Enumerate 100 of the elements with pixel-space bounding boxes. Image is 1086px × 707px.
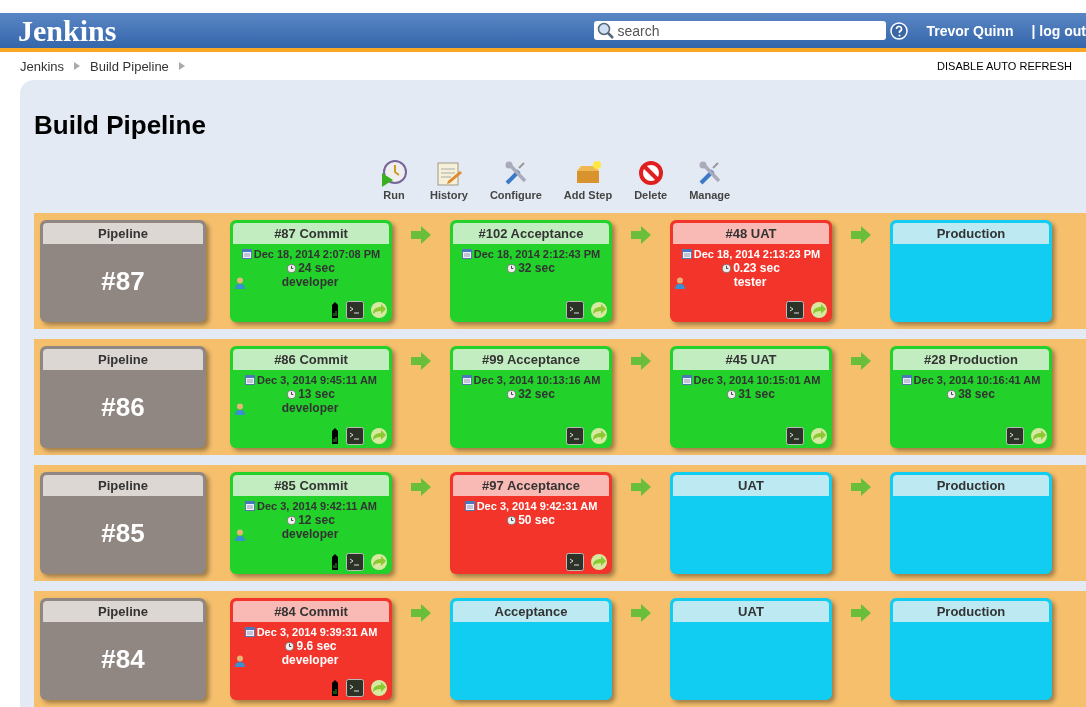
build-user: developer [280, 527, 340, 542]
console-icon[interactable] [346, 553, 364, 571]
stage-card[interactable]: #84 Commit Dec 3, 2014 9:39:31 AM 9.6 sec developer [230, 598, 392, 700]
stage-title: #84 Commit [233, 601, 389, 622]
console-icon[interactable] [346, 679, 364, 697]
tag-icon[interactable] [330, 427, 340, 445]
stage-title: #48 UAT [673, 223, 829, 244]
help-icon[interactable] [890, 21, 909, 40]
toolbar-button[interactable]: Delete [634, 159, 668, 201]
clock-icon [947, 389, 957, 399]
page-title: Build Pipeline [34, 110, 207, 141]
arrow-icon [631, 352, 651, 370]
calendar-icon [244, 501, 255, 511]
build-date: Dec 3, 2014 10:15:01 AM [693, 373, 821, 387]
clock-icon [507, 389, 517, 399]
stage-card[interactable]: Production [890, 220, 1052, 322]
console-icon[interactable] [786, 301, 804, 319]
build-user: developer [280, 275, 340, 290]
console-icon[interactable] [566, 553, 584, 571]
arrow-icon [631, 604, 651, 622]
breadcrumb-arrow-icon [178, 62, 185, 70]
logout-link[interactable]: | log out [1031, 22, 1086, 39]
build-user: tester [732, 275, 768, 290]
stage-card[interactable]: UAT [670, 472, 832, 574]
search-icon [597, 22, 615, 39]
stage-card[interactable]: #85 Commit Dec 3, 2014 9:42:11 AM 12 sec developer [230, 472, 392, 574]
toolbar-button[interactable]: Add Step [563, 159, 613, 201]
stage-title: Production [893, 475, 1049, 496]
stage-card[interactable]: #99 Acceptance Dec 3, 2014 10:13:16 AM 32 sec [450, 346, 612, 448]
stage-card[interactable]: #87 Commit Dec 18, 2014 2:07:08 PM 24 sec developer [230, 220, 392, 322]
auto-refresh-link[interactable]: DISABLE AUTO REFRESH [937, 60, 1072, 72]
stage-card[interactable]: #28 Production Dec 3, 2014 10:16:41 AM 38 sec [890, 346, 1052, 448]
stage-card[interactable]: #45 UAT Dec 3, 2014 10:15:01 AM 31 sec [670, 346, 832, 448]
calendar-icon [464, 501, 475, 511]
clock-play-icon [380, 159, 408, 187]
build-duration: 50 sec [518, 513, 555, 527]
user-icon [235, 654, 245, 667]
build-date: Dec 3, 2014 9:42:11 AM [256, 499, 378, 513]
calendar-icon [241, 249, 252, 259]
delete-icon [636, 159, 665, 187]
stage-card[interactable]: #48 UAT Dec 18, 2014 2:13:23 PM 0.23 sec tester [670, 220, 832, 322]
stage-title: Production [893, 601, 1049, 622]
stage-card[interactable]: UAT [670, 598, 832, 700]
build-user: developer [280, 653, 340, 668]
stage-title: UAT [673, 475, 829, 496]
rerun-icon[interactable] [370, 679, 388, 697]
tag-icon[interactable] [330, 679, 340, 697]
breadcrumb-link[interactable]: Build Pipeline [90, 58, 169, 74]
toolbar-button[interactable]: History [430, 159, 468, 201]
notepad-icon [434, 159, 463, 187]
toolbar-button[interactable]: Run [380, 159, 408, 201]
console-icon[interactable] [1006, 427, 1024, 445]
stage-title: Production [893, 223, 1049, 244]
build-user: developer [280, 401, 340, 416]
console-icon[interactable] [786, 427, 804, 445]
rerun-icon[interactable] [590, 553, 608, 571]
console-icon[interactable] [346, 427, 364, 445]
build-duration: 38 sec [958, 387, 995, 401]
stage-card[interactable]: Acceptance [450, 598, 612, 700]
arrow-icon [411, 226, 431, 244]
pipeline-label: Pipeline [43, 601, 203, 622]
stage-card[interactable]: #86 Commit Dec 3, 2014 9:45:11 AM 13 sec developer [230, 346, 392, 448]
pipeline-number: #84 [100, 643, 146, 676]
toolbar-button[interactable]: Manage [689, 159, 731, 201]
tag-icon[interactable] [330, 301, 340, 319]
tag-icon[interactable] [330, 553, 340, 571]
calendar-icon [461, 375, 472, 385]
console-icon[interactable] [346, 301, 364, 319]
build-duration: 32 sec [518, 261, 555, 275]
pipeline-number: #87 [100, 265, 146, 298]
jenkins-logo[interactable]: Jenkins [18, 13, 117, 48]
rerun-icon[interactable] [810, 301, 828, 319]
stage-card[interactable]: Production [890, 472, 1052, 574]
stage-title: #87 Commit [233, 223, 389, 244]
pipeline-card[interactable]: Pipeline #87 [40, 220, 206, 322]
stage-card[interactable]: Production [890, 598, 1052, 700]
stage-title: #85 Commit [233, 475, 389, 496]
arrow-icon [851, 478, 871, 496]
pipeline-card[interactable]: Pipeline #86 [40, 346, 206, 448]
toolbar-button[interactable]: Configure [489, 159, 542, 201]
pipeline-card[interactable]: Pipeline #85 [40, 472, 206, 574]
user-link[interactable]: Trevor Quinn [926, 22, 1014, 39]
console-icon[interactable] [566, 301, 584, 319]
arrow-icon [851, 604, 871, 622]
build-duration: 12 sec [298, 513, 335, 527]
build-date: Dec 3, 2014 10:16:41 AM [913, 373, 1041, 387]
console-icon[interactable] [566, 427, 584, 445]
stage-card[interactable]: #102 Acceptance Dec 18, 2014 2:12:43 PM 32 sec [450, 220, 612, 322]
build-duration: 24 sec [298, 261, 335, 275]
clock-icon [287, 263, 297, 273]
stage-card[interactable]: #97 Acceptance Dec 3, 2014 9:42:31 AM 50 sec [450, 472, 612, 574]
breadcrumb-link[interactable]: Jenkins [20, 58, 65, 74]
stage-title: #97 Acceptance [453, 475, 609, 496]
pipeline-label: Pipeline [43, 475, 203, 496]
calendar-icon [244, 375, 255, 385]
search-field[interactable]: search [594, 21, 887, 40]
pipeline-card[interactable]: Pipeline #84 [40, 598, 206, 700]
user-icon [675, 276, 685, 289]
arrow-icon [411, 352, 431, 370]
user-icon [235, 276, 245, 289]
